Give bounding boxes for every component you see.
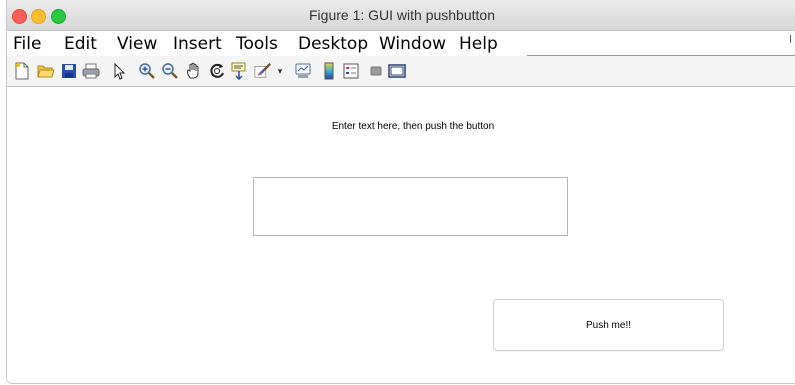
menu-edit[interactable]: Edit: [64, 34, 97, 54]
show-plot-tools-icon[interactable]: [388, 62, 406, 80]
menu-insert[interactable]: Insert: [173, 34, 222, 54]
menu-desktop[interactable]: Desktop: [298, 34, 368, 54]
edit-plot-arrow-icon[interactable]: [110, 62, 128, 80]
window-title: Figure 1: GUI with pushbutton: [309, 7, 495, 23]
menu-view[interactable]: View: [117, 34, 157, 54]
link-plot-icon[interactable]: [294, 62, 312, 80]
zoom-out-icon[interactable]: [161, 62, 179, 80]
menu-tools[interactable]: Tools: [236, 34, 278, 54]
figure-canvas: Enter text here, then push the button Pu…: [7, 87, 795, 383]
figure-window: Figure 1: GUI with pushbutton File Edit …: [6, 0, 795, 384]
figure-toolbar: ▾: [7, 56, 795, 87]
rotate-3d-icon[interactable]: [208, 62, 226, 80]
data-cursor-icon[interactable]: [231, 62, 249, 80]
title-bar[interactable]: Figure 1: GUI with pushbutton: [7, 0, 795, 31]
instruction-text: Enter text here, then push the button: [331, 121, 495, 132]
menu-overflow-mark: [786, 35, 791, 43]
pan-hand-icon[interactable]: [185, 62, 203, 80]
insert-colorbar-icon[interactable]: [320, 62, 338, 80]
menu-bar: File Edit View Insert Tools Desktop Wind…: [7, 31, 795, 56]
menu-window[interactable]: Window: [379, 34, 446, 54]
save-icon[interactable]: [60, 62, 78, 80]
print-icon[interactable]: [82, 62, 100, 80]
menu-help[interactable]: Help: [459, 34, 498, 54]
open-file-icon[interactable]: [37, 62, 55, 80]
brush-icon[interactable]: [254, 62, 272, 80]
insert-legend-icon[interactable]: [342, 62, 360, 80]
zoom-in-icon[interactable]: [138, 62, 156, 80]
hide-plot-tools-icon[interactable]: [367, 62, 385, 80]
push-button-label: Push me!!: [585, 319, 632, 331]
text-edit-field[interactable]: [253, 177, 568, 236]
menu-file[interactable]: File: [13, 34, 41, 54]
new-figure-icon[interactable]: [13, 62, 31, 80]
push-button[interactable]: Push me!!: [493, 299, 724, 351]
brush-dropdown-icon[interactable]: ▾: [275, 62, 285, 80]
